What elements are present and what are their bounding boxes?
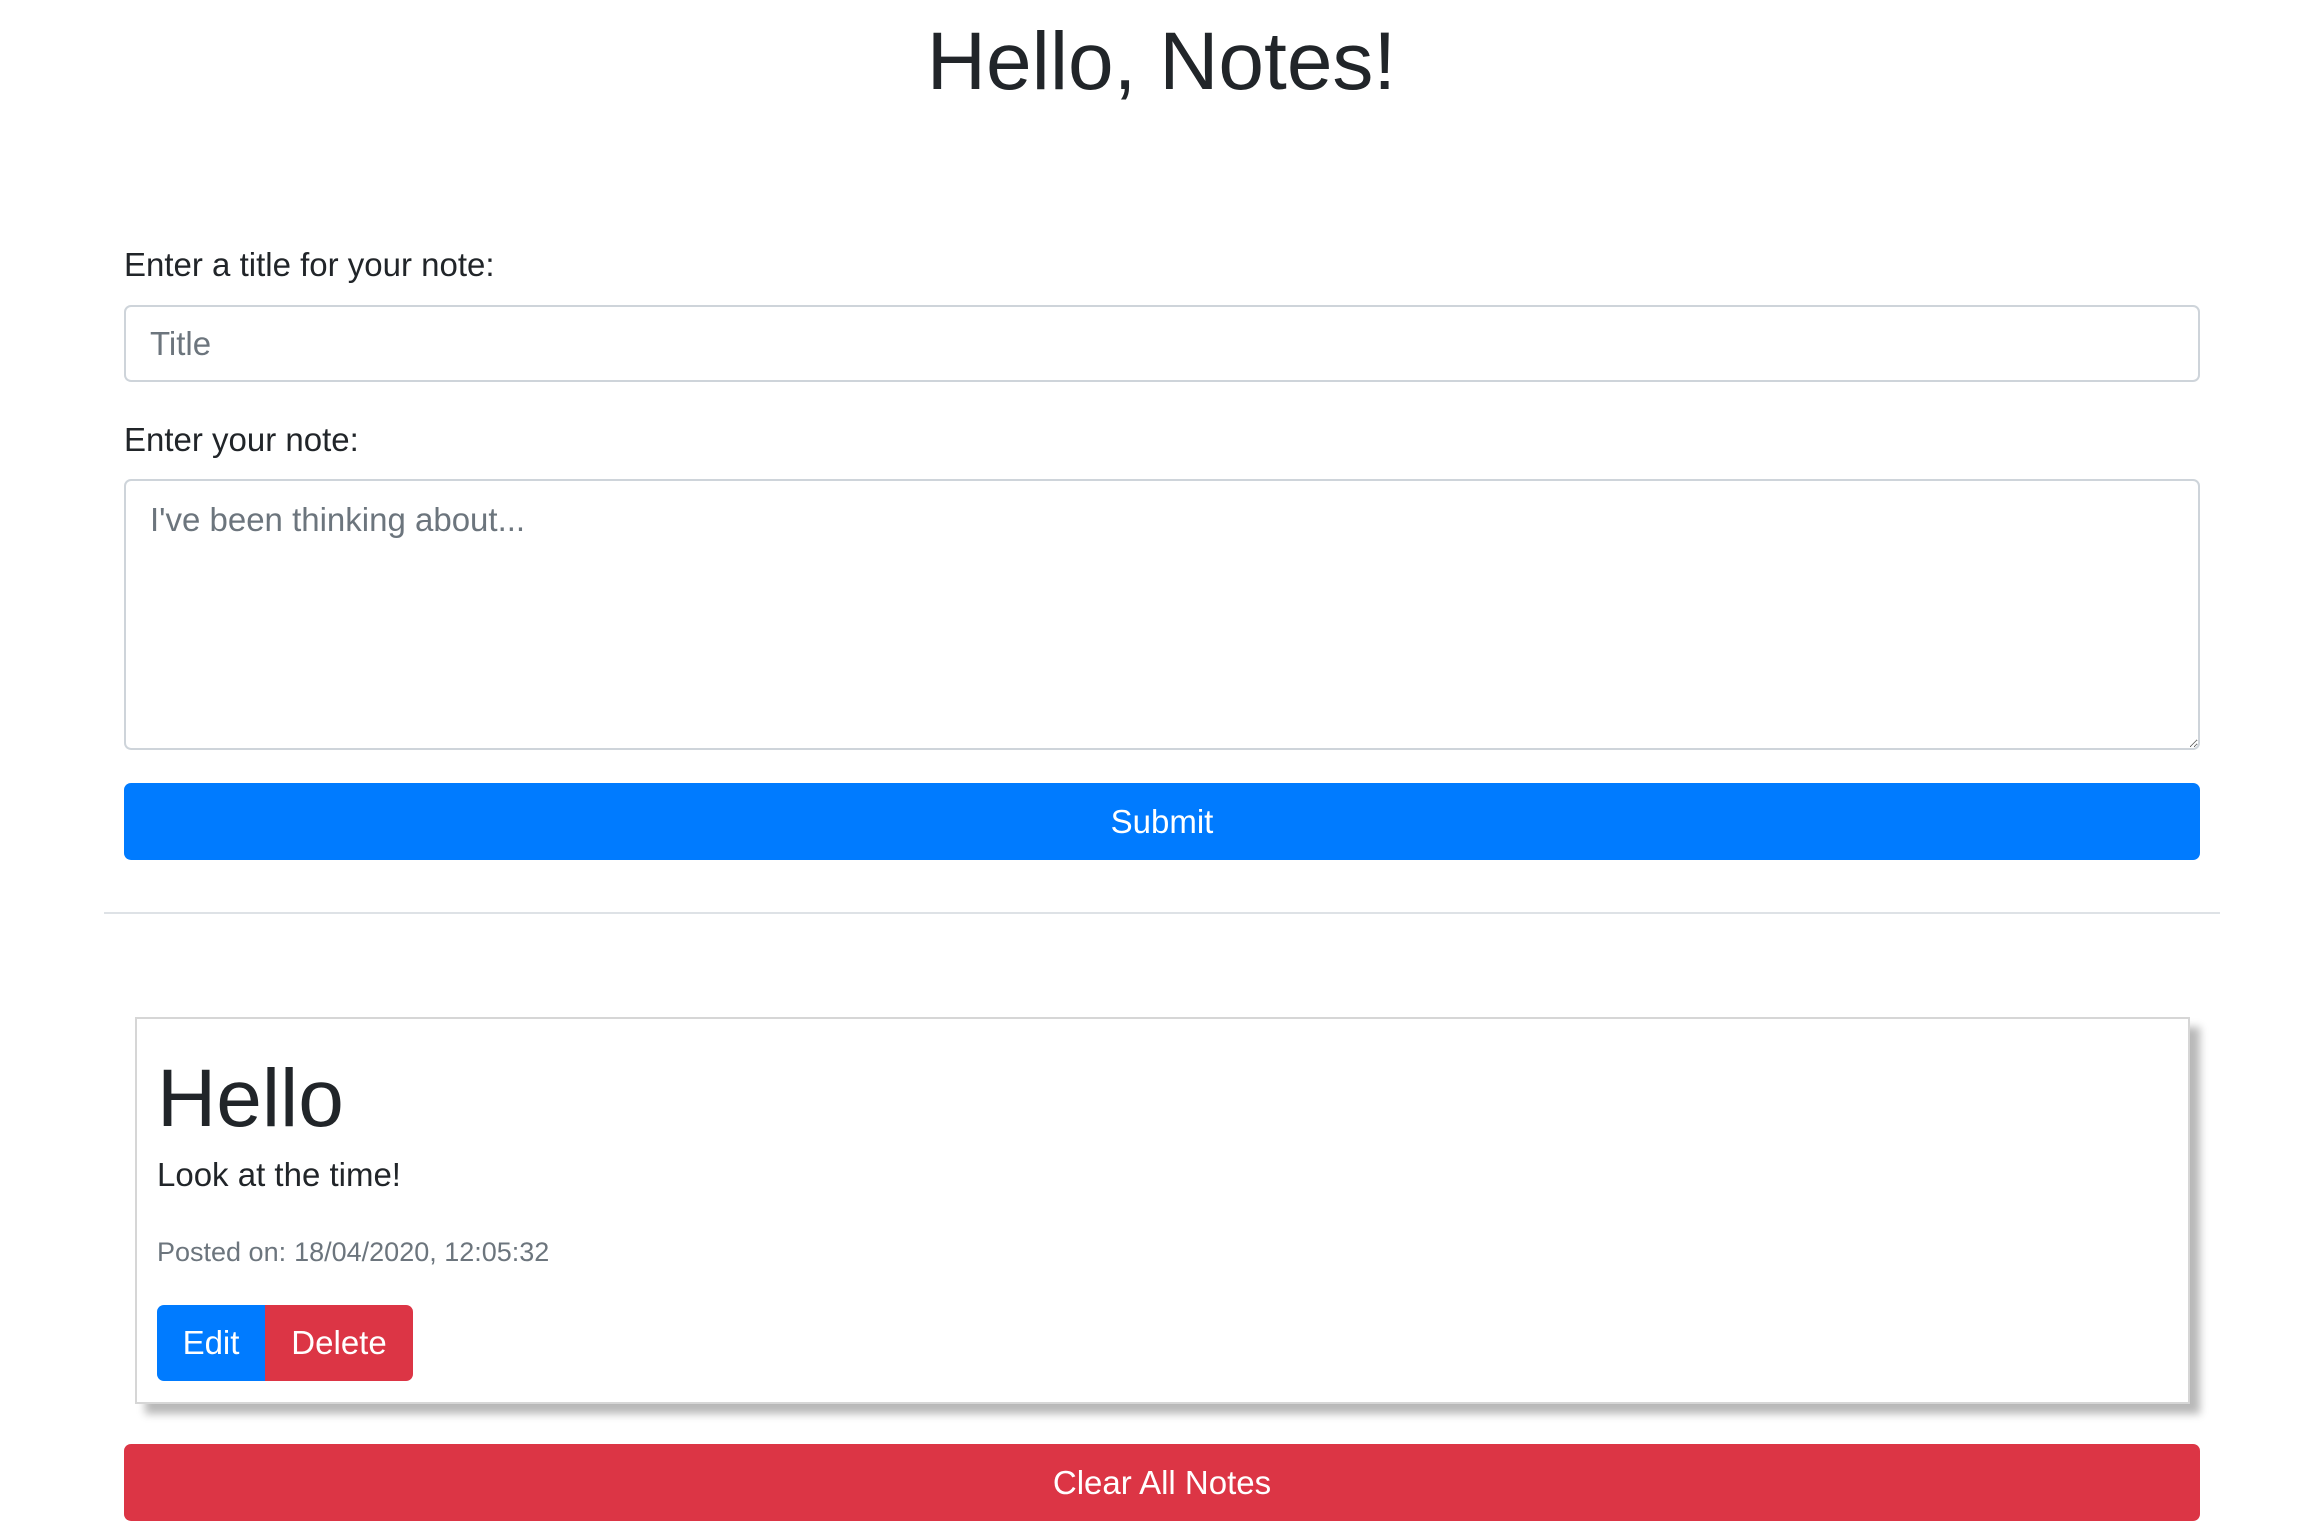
note-body: Look at the time! [157, 1156, 401, 1193]
notes-app: Hello, Notes! Enter a title for your not… [0, 0, 2323, 1530]
title-label: Enter a title for your note: [124, 246, 495, 283]
clear-all-notes-button[interactable]: Clear All Notes [124, 1444, 2200, 1521]
title-input[interactable] [124, 305, 2200, 382]
note-card: Hello Look at the time! Posted on: 18/04/… [135, 1017, 2190, 1404]
note-timestamp: Posted on: 18/04/2020, 12:05:32 [157, 1235, 549, 1269]
submit-button[interactable]: Submit [124, 783, 2200, 860]
divider [104, 912, 2220, 914]
note-title: Hello [157, 1053, 344, 1144]
posted-on-value: 18/04/2020, 12:05:32 [294, 1237, 550, 1267]
note-textarea[interactable] [124, 479, 2200, 750]
note-label: Enter your note: [124, 421, 359, 458]
page-title: Hello, Notes! [926, 16, 1397, 107]
delete-note-button[interactable]: Delete [265, 1305, 413, 1381]
posted-on-label: Posted on: [157, 1237, 287, 1267]
edit-note-button[interactable]: Edit [157, 1305, 265, 1381]
